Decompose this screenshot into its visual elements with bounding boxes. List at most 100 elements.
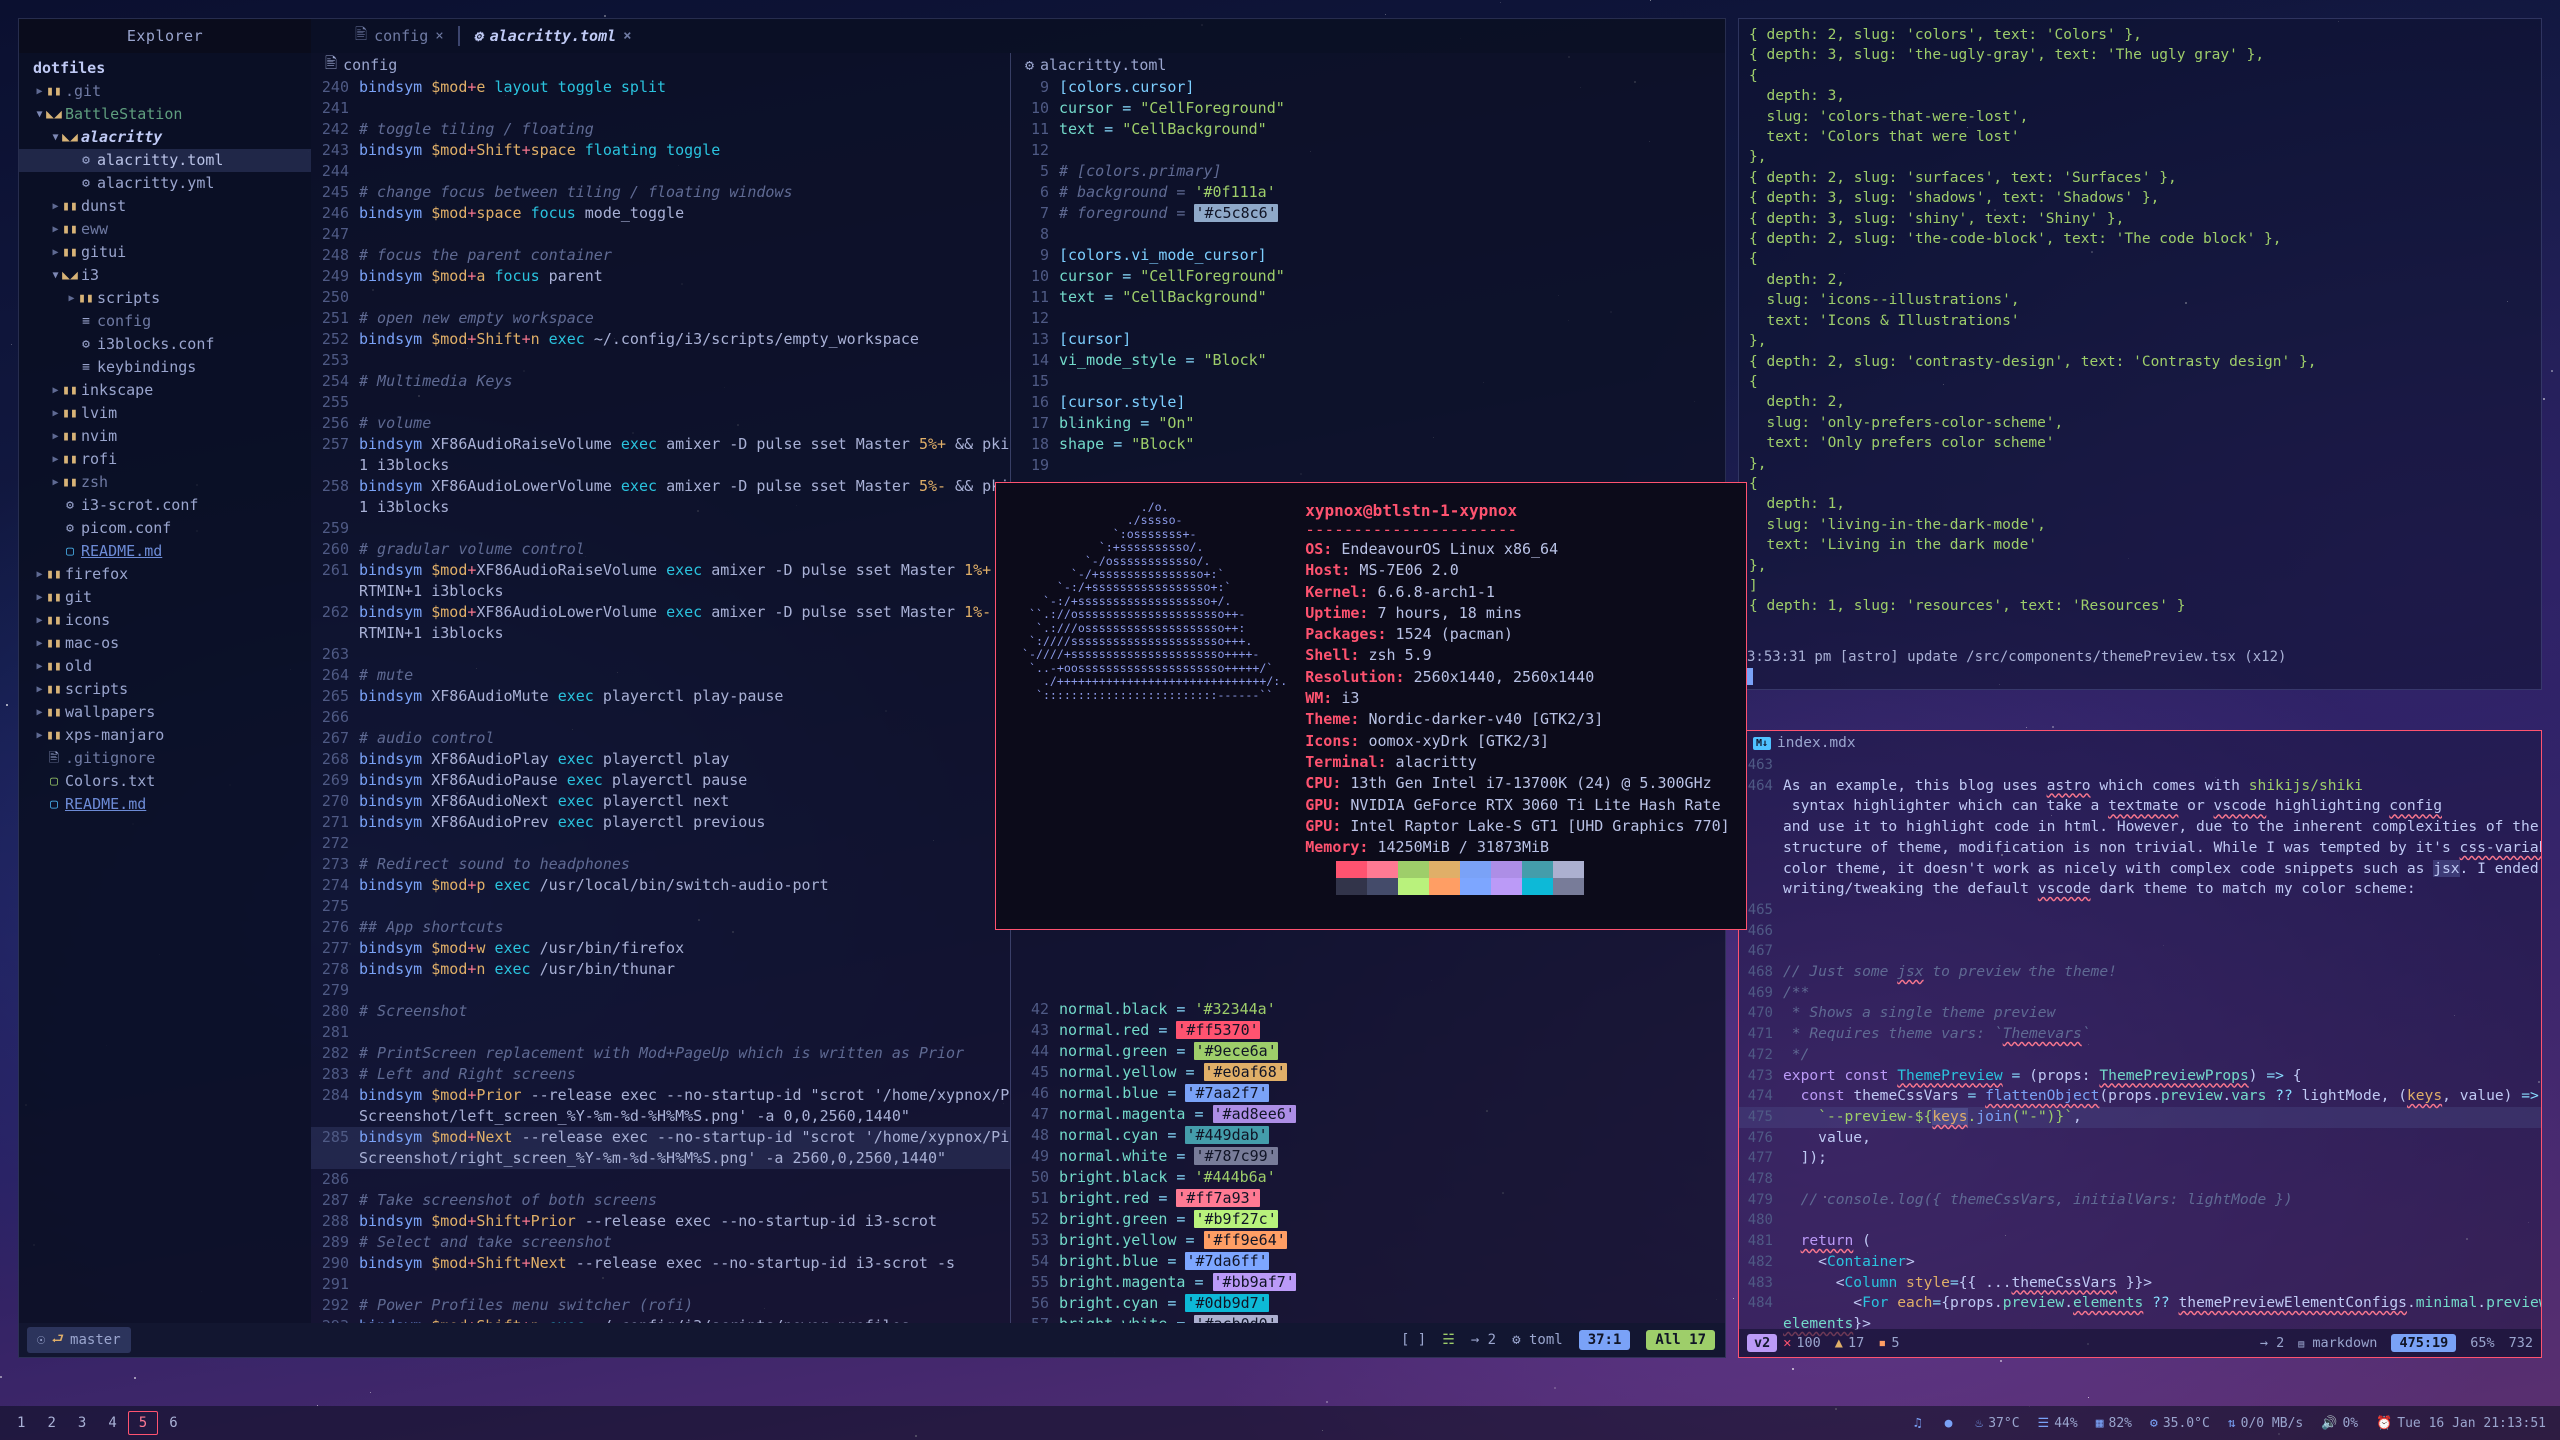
status-block-dot[interactable]: ●	[1945, 1416, 1958, 1431]
tree-item-scripts[interactable]: ▶▮▮scripts	[19, 678, 311, 701]
tree-item-scripts[interactable]: ▶▮▮scripts	[19, 287, 311, 310]
tree-item-nvim[interactable]: ▶▮▮nvim	[19, 425, 311, 448]
code-line[interactable]: 286	[311, 1169, 1010, 1190]
code-line[interactable]: 243 bindsym $mod+Shift+space floating to…	[311, 140, 1010, 161]
code-line[interactable]: 265 bindsym XF86AudioMute exec playerctl…	[311, 686, 1010, 707]
code-line[interactable]: 293 bindsym $mod+Shift+p exec ~/.config/…	[311, 1316, 1010, 1323]
code-line[interactable]: 267 # audio control	[311, 728, 1010, 749]
code-line[interactable]: 276 ## App shortcuts	[311, 917, 1010, 938]
file-tree[interactable]: dotfiles ▶▮▮.git ▼◣◢BattleStation ▼◣◢ala…	[19, 53, 311, 816]
tree-item-icons[interactable]: ▶▮▮icons	[19, 609, 311, 632]
code-line[interactable]: RTMIN+1 i3blocks	[311, 581, 1010, 602]
code-line[interactable]: 285 bindsym $mod+Next --release exec --n…	[311, 1127, 1010, 1148]
code-line[interactable]: 282 # PrintScreen replacement with Mod+P…	[311, 1043, 1010, 1064]
tree-item-colors-txt[interactable]: ▢Colors.txt	[19, 770, 311, 793]
color-line[interactable]: 50 bright.black = '#444b6a'	[1011, 1167, 1725, 1188]
code-line[interactable]: 289 # Select and take screenshot	[311, 1232, 1010, 1253]
code-line[interactable]: 259	[311, 518, 1010, 539]
code-line[interactable]: 250	[311, 287, 1010, 308]
code-line[interactable]: 465	[1739, 900, 2541, 921]
tree-item-gitui[interactable]: ▶▮▮gitui	[19, 241, 311, 264]
code-line[interactable]: 19	[1011, 455, 1725, 476]
status-block-ram[interactable]: ☰ 44%	[2038, 1416, 2078, 1431]
code-line[interactable]: 272	[311, 833, 1010, 854]
code-line[interactable]: 253	[311, 350, 1010, 371]
code-line[interactable]: 1 i3blocks	[311, 497, 1010, 518]
code-line[interactable]: 266	[311, 707, 1010, 728]
code-line[interactable]: 280 # Screenshot	[311, 1001, 1010, 1022]
code-line[interactable]: 287 # Take screenshot of both screens	[311, 1190, 1010, 1211]
code-line[interactable]: 240 bindsym $mod+e layout toggle split	[311, 77, 1010, 98]
code-colors-right[interactable]: 42 normal.black = '#32344a' 43 normal.re…	[1011, 999, 1725, 1323]
tree-item-rofi[interactable]: ▶▮▮rofi	[19, 448, 311, 471]
cursor-position[interactable]: 37:1	[1579, 1330, 1631, 1350]
code-line[interactable]: 1 i3blocks	[311, 455, 1010, 476]
code-line[interactable]: 483 <Column style={{ ...themeCssVars }}>	[1739, 1273, 2541, 1294]
color-line[interactable]: 55 bright.magenta = '#bb9af7'	[1011, 1272, 1725, 1293]
tree-item-eww[interactable]: ▶▮▮eww	[19, 218, 311, 241]
scroll-percent[interactable]: All 17	[1646, 1330, 1715, 1350]
code-line[interactable]: 256 # volume	[311, 413, 1010, 434]
code-line[interactable]: 245 # change focus between tiling / floa…	[311, 182, 1010, 203]
code-line[interactable]: 270 bindsym XF86AudioNext exec playerctl…	[311, 791, 1010, 812]
code-line[interactable]: 480	[1739, 1210, 2541, 1231]
tree-item-inkscape[interactable]: ▶▮▮inkscape	[19, 379, 311, 402]
code-line[interactable]: 15	[1011, 371, 1725, 392]
code-line[interactable]: structure of theme, modification is non …	[1739, 838, 2541, 859]
tab-alacritty-toml[interactable]: ⚙ alacritty.toml ×	[460, 19, 646, 53]
tree-item-i3blocks-conf[interactable]: ⚙i3blocks.conf	[19, 333, 311, 356]
code-line[interactable]: 475 `--preview-${keys.join("-")}`,	[1739, 1107, 2541, 1128]
color-line[interactable]: 46 normal.blue = '#7aa2f7'	[1011, 1083, 1725, 1104]
workspace-2[interactable]: 2	[36, 1411, 66, 1435]
code-line[interactable]: 283 # Left and Right screens	[311, 1064, 1010, 1085]
code-line[interactable]: 8	[1011, 224, 1725, 245]
code-line[interactable]: 268 bindsym XF86AudioPlay exec playerctl…	[311, 749, 1010, 770]
code-line[interactable]: 288 bindsym $mod+Shift+Prior --release e…	[311, 1211, 1010, 1232]
workspace-5[interactable]: 5	[128, 1411, 158, 1435]
code-line[interactable]: 274 bindsym $mod+p exec /usr/local/bin/s…	[311, 875, 1010, 896]
status-block-vol[interactable]: 🔊 0%	[2321, 1416, 2358, 1431]
code-line[interactable]: 9 [colors.cursor]	[1011, 77, 1725, 98]
error-count[interactable]: ✕ 100	[1783, 1335, 1821, 1351]
tab-config[interactable]: 🖹 config ×	[341, 19, 458, 53]
color-line[interactable]: 48 normal.cyan = '#449dab'	[1011, 1125, 1725, 1146]
code-line[interactable]: 12	[1011, 308, 1725, 329]
status-block-gpu[interactable]: ⚙ 35.0°C	[2150, 1416, 2210, 1431]
code-line[interactable]: 244	[311, 161, 1010, 182]
color-line[interactable]: 57 bright.white = '#acb0d0'	[1011, 1314, 1725, 1323]
code-line[interactable]: Screenshot/left_screen_%Y-%m-%d-%H%M%S.p…	[311, 1106, 1010, 1127]
color-line[interactable]: 56 bright.cyan = '#0db9d7'	[1011, 1293, 1725, 1314]
code-line[interactable]: 484 <For each={props.preview.elements ??…	[1739, 1293, 2541, 1314]
status-block-cpu[interactable]: ▦ 82%	[2096, 1416, 2132, 1431]
code-line[interactable]: 261 bindsym $mod+XF86AudioRaiseVolume ex…	[311, 560, 1010, 581]
code-line[interactable]: 481 return (	[1739, 1231, 2541, 1252]
code-content-left[interactable]: 240 bindsym $mod+e layout toggle split 2…	[311, 77, 1010, 1323]
spaces-indicator[interactable]: → 2	[1471, 1332, 1496, 1348]
code-line[interactable]: 275	[311, 896, 1010, 917]
code-line[interactable]: 264 # mute	[311, 665, 1010, 686]
tree-item-wallpapers[interactable]: ▶▮▮wallpapers	[19, 701, 311, 724]
code-line[interactable]: 258 bindsym XF86AudioLowerVolume exec am…	[311, 476, 1010, 497]
status-block-clock[interactable]: ⏰ Tue 16 Jan 21:13:51	[2376, 1416, 2546, 1431]
color-line[interactable]: 49 normal.white = '#787c99'	[1011, 1146, 1725, 1167]
code-line[interactable]: 468 // Just some jsx to preview the them…	[1739, 962, 2541, 983]
code-line[interactable]: 255	[311, 392, 1010, 413]
color-line[interactable]: 54 bright.blue = '#7da6ff'	[1011, 1251, 1725, 1272]
tree-item-zsh[interactable]: ▶▮▮zsh	[19, 471, 311, 494]
status-block-music[interactable]: ♫	[1914, 1416, 1927, 1431]
code-content-right[interactable]: 9 [colors.cursor] 10 cursor = "CellForeg…	[1011, 77, 1725, 476]
breadcrumb[interactable]: 🖹 config	[311, 53, 1010, 77]
tree-root[interactable]: dotfiles	[19, 57, 311, 80]
code-line[interactable]: 13 [cursor]	[1011, 329, 1725, 350]
code-line[interactable]: 16 [cursor.style]	[1011, 392, 1725, 413]
color-line[interactable]: 47 normal.magenta = '#ad8ee6'	[1011, 1104, 1725, 1125]
breadcrumb[interactable]: ⚙ alacritty.toml	[1011, 53, 1725, 77]
tree-item-keybindings[interactable]: ≡keybindings	[19, 356, 311, 379]
code-line[interactable]: 11 text = "CellBackground"	[1011, 287, 1725, 308]
code-line[interactable]: 479 // console.log({ themeCssVars, initi…	[1739, 1190, 2541, 1211]
tree-item-alacritty-yml[interactable]: ⚙alacritty.yml	[19, 172, 311, 195]
code-line[interactable]: 271 bindsym XF86AudioPrev exec playerctl…	[311, 812, 1010, 833]
code-line[interactable]: 482 <Container>	[1739, 1252, 2541, 1273]
code-line[interactable]: 284 bindsym $mod+Prior --release exec --…	[311, 1085, 1010, 1106]
code-line[interactable]: 471 * Requires theme vars: `Themevars`	[1739, 1024, 2541, 1045]
